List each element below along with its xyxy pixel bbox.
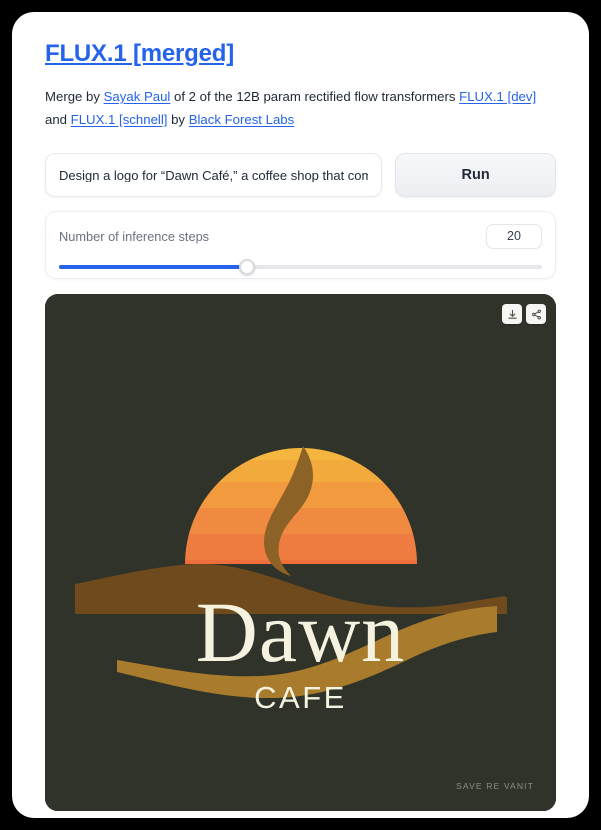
slider-value-input[interactable]: 20	[486, 223, 542, 249]
card-inner: FLUX.1 [merged] Merge by Sayak Paul of 2…	[12, 12, 589, 818]
app-card: FLUX.1 [merged] Merge by Sayak Paul of 2…	[12, 12, 589, 818]
desc-text-2: of 2 of the 12B param rectified flow tra…	[170, 88, 460, 104]
panel-tools	[502, 304, 546, 325]
slider-thumb[interactable]	[239, 259, 256, 276]
desc-text-4: by	[167, 111, 189, 127]
prompt-input[interactable]: Design a logo for “Dawn Café,” a coffee …	[45, 153, 383, 198]
logo-brand-sub: CAFE	[254, 680, 347, 716]
slider-fill	[59, 265, 248, 270]
link-black-forest-labs[interactable]: Black Forest Labs	[189, 112, 295, 127]
link-flux1-schnell[interactable]: FLUX.1 [schnell]	[71, 112, 168, 127]
app-description: Merge by Sayak Paul of 2 of the 12B para…	[45, 86, 550, 131]
share-button[interactable]	[526, 304, 546, 325]
run-button[interactable]: Run	[395, 153, 556, 198]
link-flux1-dev[interactable]: FLUX.1 [dev]	[459, 89, 536, 104]
watermark-text: SAVE RE VANIT	[456, 781, 534, 792]
slider-track-wrap[interactable]	[59, 259, 542, 276]
desc-text-3: and	[45, 111, 71, 127]
slider-label: Number of inference steps	[59, 228, 210, 244]
generated-logo-image	[45, 294, 556, 812]
page-title-link[interactable]: FLUX.1 [merged]	[45, 40, 234, 67]
share-icon	[531, 309, 542, 320]
page-root: FLUX.1 [merged] Merge by Sayak Paul of 2…	[0, 0, 601, 830]
slider-header: Number of inference steps 20	[59, 223, 542, 249]
page-title: FLUX.1 [merged]	[45, 40, 556, 69]
output-image-panel: Dawn CAFE SAVE RE VANIT	[45, 294, 556, 812]
prompt-row: Design a logo for “Dawn Café,” a coffee …	[45, 153, 556, 198]
download-button[interactable]	[502, 304, 522, 325]
desc-text-1: Merge by	[45, 88, 104, 104]
link-sayak-paul[interactable]: Sayak Paul	[104, 89, 171, 104]
logo-brand-name: Dawn	[195, 584, 406, 681]
inference-steps-control: Number of inference steps 20	[45, 211, 556, 280]
prompt-input-value: Design a logo for “Dawn Café,” a coffee …	[59, 168, 369, 182]
download-icon	[507, 309, 518, 320]
below-hills-bg	[45, 698, 556, 812]
